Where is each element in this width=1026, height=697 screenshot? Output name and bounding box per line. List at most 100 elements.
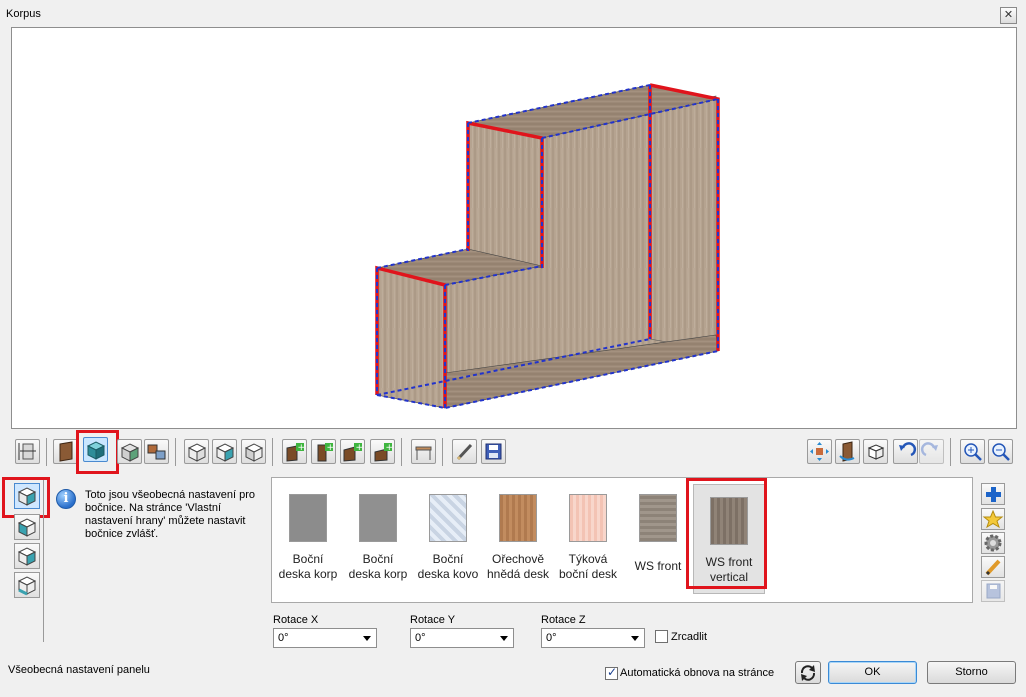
view-3d-button[interactable] xyxy=(863,439,888,464)
joint-icon xyxy=(147,444,166,460)
joints-button[interactable] xyxy=(144,439,169,464)
chevron-down-icon xyxy=(363,636,371,641)
cancel-button[interactable]: Storno xyxy=(927,661,1016,684)
title-bar: Korpus ✕ xyxy=(0,0,1026,26)
tab-general[interactable] xyxy=(14,483,40,509)
material-label: Týková boční desk xyxy=(558,552,618,581)
edge-cube-icon xyxy=(17,518,37,537)
material-swatch xyxy=(359,494,397,542)
main-toolbar: + + + + xyxy=(0,430,1026,475)
material-item[interactable]: Boční deska korp xyxy=(273,482,343,592)
add-wood-icon: + xyxy=(317,443,334,462)
rotate-model-button[interactable] xyxy=(835,439,860,464)
floppy-icon xyxy=(986,583,1001,599)
table-icon xyxy=(415,446,432,460)
rotation-x-value: 0° xyxy=(278,632,289,644)
material-label: Boční deska korp xyxy=(278,552,338,581)
add-material-button[interactable] xyxy=(981,483,1005,505)
refresh-button[interactable] xyxy=(795,661,821,684)
side-panel-cube-icon xyxy=(86,441,106,460)
tab-edge-right[interactable] xyxy=(14,543,40,569)
side-panels-button[interactable] xyxy=(83,437,108,462)
cube-front-button[interactable] xyxy=(184,439,209,464)
settings-button[interactable] xyxy=(981,532,1005,554)
rotation-x-select[interactable]: 0° xyxy=(273,628,377,648)
material-label: Ořechově hnědá desk xyxy=(486,552,550,581)
toolbar-separator xyxy=(401,438,402,466)
material-label: Boční deska kovo xyxy=(417,552,479,581)
panel-general-icon xyxy=(17,487,37,506)
svg-text:+: + xyxy=(386,443,394,453)
svg-text:+: + xyxy=(298,443,306,453)
add-wood-icon: + xyxy=(343,443,363,462)
edit-button[interactable] xyxy=(452,439,477,464)
3d-viewport[interactable] xyxy=(11,27,1017,429)
table-frame-button[interactable] xyxy=(411,439,436,464)
edit-material-button[interactable] xyxy=(981,556,1005,578)
tab-panel-border xyxy=(43,480,44,642)
zoom-out-button[interactable] xyxy=(988,439,1013,464)
zoom-out-icon xyxy=(992,443,1010,461)
shelf-cube-icon xyxy=(120,443,140,462)
material-swatch xyxy=(429,494,467,542)
rotation-z-label: Rotace Z xyxy=(541,614,586,626)
material-item[interactable]: Boční deska korp xyxy=(343,482,413,592)
cube-back-button[interactable] xyxy=(241,439,266,464)
dimensions-button[interactable] xyxy=(15,439,40,464)
material-label: Boční deska korp xyxy=(348,552,408,581)
material-item[interactable]: WS front xyxy=(623,482,693,592)
edge-cube-icon xyxy=(17,576,37,596)
rotation-y-select[interactable]: 0° xyxy=(410,628,514,648)
shelves-button[interactable] xyxy=(117,439,142,464)
save-button[interactable] xyxy=(481,439,506,464)
plus-icon xyxy=(986,487,1001,502)
gear-icon xyxy=(984,534,1002,552)
floppy-icon xyxy=(485,443,502,460)
redo-button[interactable] xyxy=(919,439,944,464)
move-button[interactable] xyxy=(807,439,832,464)
material-swatch xyxy=(569,494,607,542)
dimensions-icon xyxy=(18,443,36,460)
tab-edge-bottom[interactable] xyxy=(14,572,40,598)
pencil-icon xyxy=(456,443,473,461)
add-panel-button-2[interactable]: + xyxy=(311,439,336,464)
add-panel-button-4[interactable]: + xyxy=(370,439,395,464)
star-icon xyxy=(982,509,1004,529)
material-item[interactable]: Boční deska kovo xyxy=(413,482,483,592)
auto-refresh-checkbox[interactable] xyxy=(605,665,618,680)
status-text: Všeobecná nastavení panelu xyxy=(8,664,150,676)
tab-edge-left[interactable] xyxy=(14,514,40,540)
teal-cube-icon xyxy=(215,443,235,462)
edge-cube-icon xyxy=(17,547,37,566)
add-panel-button-1[interactable]: + xyxy=(282,439,307,464)
cube-side-button[interactable] xyxy=(212,439,237,464)
favorite-button[interactable] xyxy=(981,508,1005,530)
close-button[interactable]: ✕ xyxy=(1000,7,1017,24)
door-panel-button[interactable] xyxy=(53,439,78,464)
undo-button[interactable] xyxy=(893,439,918,464)
material-item[interactable]: Ořechově hnědá desk xyxy=(483,482,553,592)
material-gallery[interactable]: Boční deska korp Boční deska korp Boční des… xyxy=(271,477,973,603)
save-material-button[interactable] xyxy=(981,580,1005,602)
info-icon: i xyxy=(56,489,76,509)
ok-button[interactable]: OK xyxy=(828,661,917,684)
close-icon: ✕ xyxy=(1003,9,1014,21)
add-panel-button-3[interactable]: + xyxy=(340,439,365,464)
move-arrows-icon xyxy=(810,442,829,461)
rotation-x-label: Rotace X xyxy=(273,614,319,626)
material-label: WS front xyxy=(634,559,682,573)
selected-material-highlight xyxy=(686,478,767,589)
rotation-z-select[interactable]: 0° xyxy=(541,628,645,648)
refresh-icon xyxy=(800,665,816,681)
material-item[interactable]: Týková boční desk xyxy=(553,482,623,592)
redo-icon xyxy=(920,442,938,457)
toolbar-separator xyxy=(950,438,951,466)
rotation-y-label: Rotace Y xyxy=(410,614,456,626)
material-swatch xyxy=(499,494,537,542)
cabinet-3d-model xyxy=(375,83,720,410)
material-swatch xyxy=(639,494,677,542)
cube-outline-icon xyxy=(867,444,885,460)
zoom-in-button[interactable] xyxy=(960,439,985,464)
wire-cube-icon xyxy=(187,443,207,462)
mirror-checkbox[interactable] xyxy=(655,630,668,643)
